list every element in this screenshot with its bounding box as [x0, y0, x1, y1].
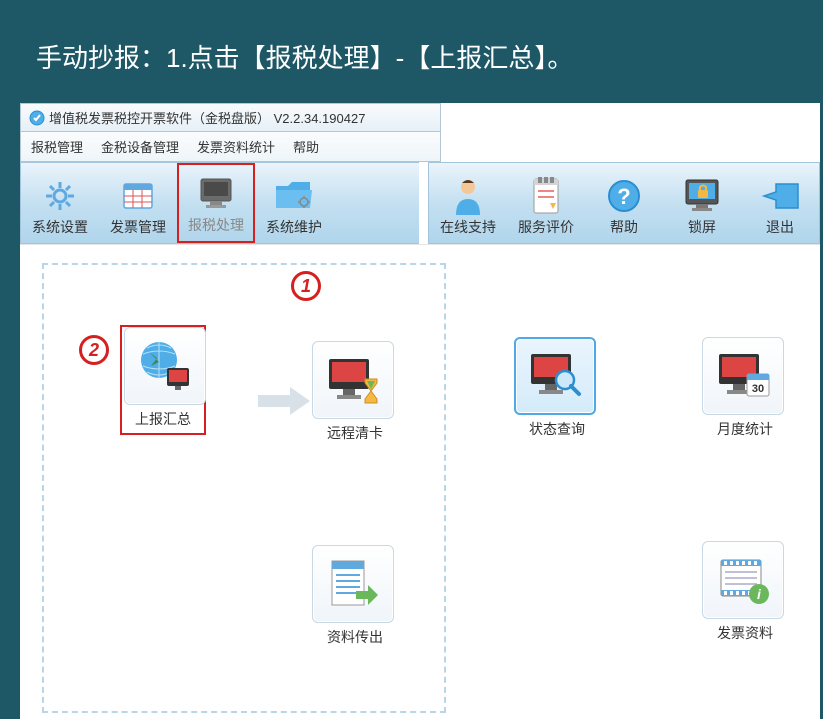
toolbar-left: 系统设置 发票管理 报税处理 系统维护 [20, 162, 419, 244]
lock-screen-icon [682, 175, 722, 217]
menu-bar: 报税管理 金税设备管理 发票资料统计 帮助 [20, 132, 441, 162]
tax-processing-group: 1 2 上报汇总 [42, 263, 446, 713]
toolbar-label: 在线支持 [440, 217, 496, 237]
tile-status-query[interactable]: 状态查询 [514, 337, 600, 439]
watermark-author: @橙子不橙 [720, 661, 795, 682]
user-icon [452, 175, 484, 217]
app-title: 增值税发票税控开票软件（金税盘版） V2.2.34.190427 [49, 108, 365, 127]
watermark: 知乎 @橙子不橙 [686, 661, 795, 682]
monitor-hourglass-icon [325, 355, 381, 405]
toolbar-label: 系统设置 [32, 217, 88, 237]
toolbar-label: 系统维护 [266, 217, 322, 237]
app-icon [29, 110, 45, 126]
toolbar-tax-processing[interactable]: 报税处理 [177, 163, 255, 243]
toolbar-system-settings[interactable]: 系统设置 [21, 163, 99, 243]
clipboard-icon [530, 175, 562, 217]
content-area: 1 2 上报汇总 [20, 244, 820, 719]
svg-text:?: ? [617, 184, 630, 209]
menu-invoice-stats[interactable]: 发票资料统计 [197, 137, 275, 156]
menu-tax-mgmt[interactable]: 报税管理 [31, 137, 83, 156]
monitor-search-icon [527, 350, 583, 402]
tile-label: 远程清卡 [312, 423, 398, 443]
tile-data-export[interactable]: 资料传出 [312, 545, 398, 647]
svg-text:30: 30 [752, 383, 764, 395]
toolbar-label: 服务评价 [518, 217, 574, 237]
toolbar-label: 报税处理 [188, 215, 244, 235]
arrow-right-icon [254, 375, 314, 433]
monitor-calendar-icon: 30 [715, 350, 771, 402]
film-info-icon: i [715, 554, 771, 606]
tile-remote-clear[interactable]: 远程清卡 [312, 341, 398, 443]
toolbar-exit[interactable]: 退出 [741, 163, 819, 243]
toolbar-label: 发票管理 [110, 217, 166, 237]
back-arrow-icon [760, 175, 800, 217]
globe-screen-icon [137, 340, 193, 392]
instruction-text: 手动抄报：1.点击【报税处理】-【上报汇总】。 [0, 0, 823, 103]
annotation-marker-1: 1 [291, 271, 321, 301]
tile-report-summary[interactable]: 上报汇总 [120, 325, 206, 435]
gear-icon [42, 175, 78, 217]
tile-label: 状态查询 [514, 419, 600, 439]
document-export-icon [326, 557, 380, 611]
toolbar-service-rating[interactable]: 服务评价 [507, 163, 585, 243]
toolbar-label: 退出 [766, 217, 794, 237]
tile-monthly-stats[interactable]: 30 月度统计 [702, 337, 788, 439]
app-window: 增值税发票税控开票软件（金税盘版） V2.2.34.190427 报税管理 金税… [20, 103, 820, 719]
toolbar-label: 帮助 [610, 217, 638, 237]
toolbar-help[interactable]: ? 帮助 [585, 163, 663, 243]
tile-label: 上报汇总 [124, 409, 202, 429]
folder-gear-icon [274, 175, 314, 217]
menu-device-mgmt[interactable]: 金税设备管理 [101, 137, 179, 156]
spreadsheet-icon [120, 175, 156, 217]
menu-help[interactable]: 帮助 [293, 137, 319, 156]
zhihu-logo-icon: 知乎 [686, 662, 714, 682]
help-icon: ? [606, 175, 642, 217]
tile-label: 发票资料 [702, 623, 788, 643]
toolbar-lock-screen[interactable]: 锁屏 [663, 163, 741, 243]
tile-invoice-data[interactable]: i 发票资料 [702, 541, 788, 643]
toolbar-right: 在线支持 服务评价 ? 帮助 锁屏 [428, 162, 820, 244]
tile-label: 资料传出 [312, 627, 398, 647]
monitor-icon [196, 173, 236, 215]
toolbar-invoice-mgmt[interactable]: 发票管理 [99, 163, 177, 243]
toolbar-online-support[interactable]: 在线支持 [429, 163, 507, 243]
annotation-marker-2: 2 [79, 335, 109, 365]
toolbar-system-maintenance[interactable]: 系统维护 [255, 163, 333, 243]
toolbar-label: 锁屏 [688, 217, 716, 237]
tile-label: 月度统计 [702, 419, 788, 439]
toolbar: 系统设置 发票管理 报税处理 系统维护 [20, 162, 820, 244]
title-bar: 增值税发票税控开票软件（金税盘版） V2.2.34.190427 [20, 103, 441, 132]
